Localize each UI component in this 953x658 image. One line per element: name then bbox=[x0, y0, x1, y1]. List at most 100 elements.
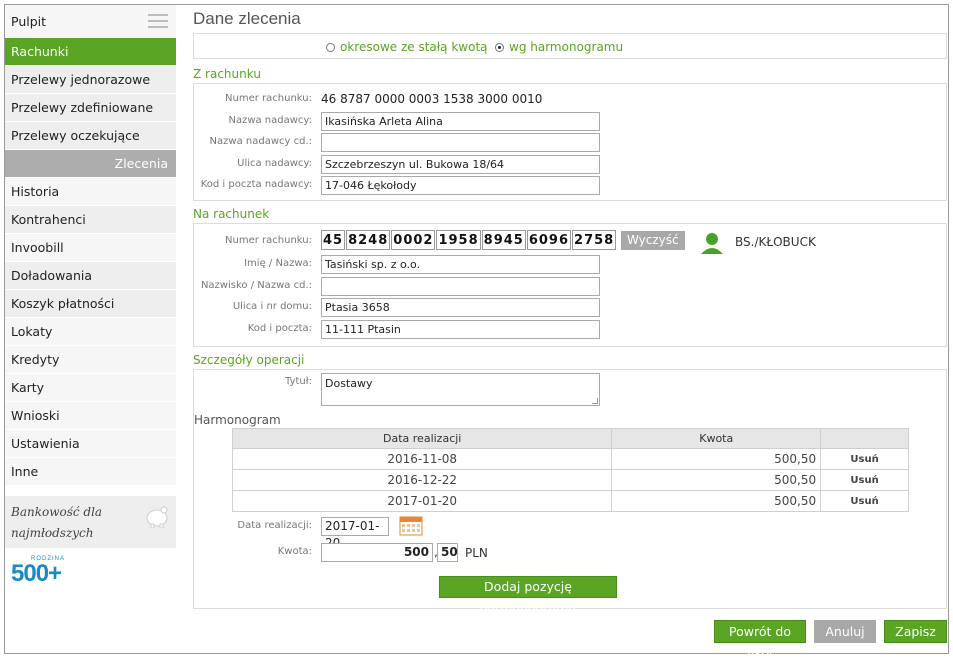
promo-text: Bankowość dla najmłodszych bbox=[11, 505, 103, 540]
back-to-list-button[interactable]: Powrót do listy bbox=[714, 620, 806, 658]
sidebar-item-historia[interactable]: Historia bbox=[5, 178, 176, 206]
sender-postal-input[interactable]: 17-046 Łękołody bbox=[321, 176, 600, 195]
sidebar-item-wnioski[interactable]: Wnioski bbox=[5, 402, 176, 430]
sidebar-item-inne[interactable]: Inne bbox=[5, 458, 176, 486]
recipient-postal-input[interactable]: 11-111 Ptasin bbox=[321, 319, 600, 339]
section-title-from: Z rachunku bbox=[193, 67, 261, 81]
sidebar-item-kredyty[interactable]: Kredyty bbox=[5, 346, 176, 374]
row-sender-postal: Kod i poczta nadawcy: 17-046 Łękołody bbox=[194, 175, 946, 197]
clear-button[interactable]: Wyczyść bbox=[621, 231, 685, 250]
sidebar-item-kontrahenci[interactable]: Kontrahenci bbox=[5, 206, 176, 234]
radio-circle-icon bbox=[326, 42, 335, 52]
details-box: Tytuł: Dostawy Harmonogram Data realizac… bbox=[193, 369, 947, 614]
sidebar-item-ustawienia[interactable]: Ustawienia bbox=[5, 430, 176, 458]
account-digits-group[interactable]: 2758 bbox=[572, 230, 617, 250]
sidebar-item-karty[interactable]: Karty bbox=[5, 374, 176, 402]
sidebar-item-label: Ustawienia bbox=[11, 436, 80, 451]
save-button[interactable]: Zapisz bbox=[884, 620, 947, 643]
field-label: Tytuł: bbox=[285, 376, 312, 387]
sidebar-item-label: Inne bbox=[11, 464, 39, 479]
sidebar-item-invoobill[interactable]: Invoobill bbox=[5, 234, 176, 262]
calendar-icon[interactable] bbox=[399, 514, 423, 536]
account-digits-group[interactable]: 1958 bbox=[436, 230, 481, 250]
sender-name2-input[interactable] bbox=[321, 133, 600, 152]
sidebar-item-zlecenia[interactable]: Zlecenia bbox=[5, 150, 176, 178]
sidebar-item-pulpit[interactable]: Pulpit bbox=[5, 5, 176, 38]
row-from-number: Numer rachunku: 46 8787 0000 0003 1538 3… bbox=[194, 89, 946, 111]
resize-grip-icon[interactable] bbox=[592, 398, 598, 404]
sidebar-item-przelewy-oczekujace[interactable]: Przelewy oczekujące bbox=[5, 122, 176, 150]
to-account-box: Numer rachunku: 45 8248 0002 1958 8945 6… bbox=[193, 223, 947, 347]
table-row: 2016-11-08 500,50 Usuń bbox=[231, 448, 909, 470]
sidebar-item-przelewy-jednorazowe[interactable]: Przelewy jednorazowe bbox=[5, 66, 176, 94]
account-digits-group[interactable]: 8248 bbox=[346, 230, 391, 250]
sidebar-item-label: Przelewy jednorazowe bbox=[11, 72, 151, 87]
radio-schedule[interactable]: wg harmonogramu bbox=[495, 40, 623, 54]
promo-banner[interactable]: Bankowość dla najmłodszych bbox=[5, 496, 176, 548]
logo-big-text: 500+ bbox=[11, 560, 62, 587]
field-label: Data realizacji: bbox=[237, 520, 312, 531]
field-label: Kod i poczta nadawcy: bbox=[200, 179, 312, 190]
delete-row-link[interactable]: Usuń bbox=[820, 490, 909, 512]
order-type-box: okresowe ze stałą kwotą wg harmonogramu bbox=[193, 33, 947, 59]
sidebar-item-przelewy-zdefiniowane[interactable]: Przelewy zdefiniowane bbox=[5, 94, 176, 122]
account-digits-group[interactable]: 0002 bbox=[391, 230, 436, 250]
sidebar-item-lokaty[interactable]: Lokaty bbox=[5, 318, 176, 346]
field-label: Numer rachunku: bbox=[225, 93, 312, 104]
sidebar-item-label: Lokaty bbox=[11, 324, 53, 339]
sidebar-item-label: Historia bbox=[11, 184, 60, 199]
sidebar-item-rachunki[interactable]: Rachunki bbox=[5, 38, 176, 66]
sender-name-input[interactable]: Ikasińska Arleta Alina bbox=[321, 111, 600, 131]
field-label: Nazwa nadawcy: bbox=[228, 114, 312, 126]
sender-street-input[interactable]: Szczebrzeszyn ul. Bukowa 18/64 bbox=[321, 154, 600, 174]
title-textarea[interactable]: Dostawy bbox=[321, 373, 600, 406]
delete-row-link[interactable]: Usuń bbox=[820, 469, 909, 491]
row-recipient-street: Ulica i nr domu: Ptasia 3658 bbox=[194, 297, 946, 319]
cancel-button[interactable]: Anuluj bbox=[814, 620, 876, 643]
table-header-row: Data realizacji Kwota bbox=[231, 428, 909, 449]
amount-integer-input[interactable]: 500 bbox=[321, 543, 433, 562]
account-digits-group[interactable]: 6096 bbox=[526, 230, 572, 250]
from-account-number: 46 8787 0000 0003 1538 3000 0010 bbox=[321, 92, 543, 106]
amount-decimal-input[interactable]: 50 bbox=[437, 543, 458, 562]
recipient-street-input[interactable]: Ptasia 3658 bbox=[321, 298, 600, 317]
section-title-to: Na rachunek bbox=[193, 207, 270, 221]
section-title-details: Szczegóły operacji bbox=[193, 353, 305, 367]
field-label: Nazwa nadawcy cd.: bbox=[209, 136, 312, 147]
recipient-name-input[interactable]: Tasiński sp. z o.o. bbox=[321, 255, 600, 274]
title-text: Dostawy bbox=[325, 377, 373, 390]
sidebar-item-label: Przelewy oczekujące bbox=[11, 128, 140, 143]
cell-amount: 500,50 bbox=[611, 490, 822, 512]
table-row: 2016-12-22 500,50 Usuń bbox=[231, 469, 909, 491]
field-label: Imię / Nazwa: bbox=[244, 258, 312, 269]
schedule-table: Data realizacji Kwota 2016-11-08 500,50 … bbox=[231, 428, 909, 512]
row-amount: Kwota: 500 , 50 PLN bbox=[194, 541, 946, 567]
row-recipient-postal: Kod i poczta: 11-111 Ptasin bbox=[194, 319, 946, 341]
add-schedule-item-button[interactable]: Dodaj pozycję harmonogramu bbox=[439, 576, 617, 614]
sidebar-item-label: Zlecenia bbox=[114, 156, 168, 171]
sidebar-item-label: Karty bbox=[11, 380, 45, 395]
menu-icon[interactable] bbox=[148, 14, 168, 28]
recipient-name2-input[interactable] bbox=[321, 276, 600, 296]
delete-row-link[interactable]: Usuń bbox=[820, 448, 909, 470]
account-digits-group[interactable]: 45 bbox=[321, 230, 346, 250]
rodzina-500-logo[interactable]: RODZINA 500+ bbox=[11, 556, 71, 587]
row-sender-name2: Nazwa nadawcy cd.: bbox=[194, 132, 946, 154]
radio-periodic-fixed[interactable]: okresowe ze stałą kwotą bbox=[326, 40, 488, 54]
sidebar-item-label: Rachunki bbox=[11, 44, 69, 59]
field-label: Kwota: bbox=[277, 546, 312, 557]
sidebar-item-doladowania[interactable]: Doładowania bbox=[5, 262, 176, 290]
account-digits-group[interactable]: 8945 bbox=[481, 230, 526, 250]
sidebar-item-label: Kontrahenci bbox=[11, 212, 86, 227]
account-number-input[interactable]: 45 8248 0002 1958 8945 6096 2758 bbox=[321, 230, 617, 250]
main-content: Dane zlecenia okresowe ze stałą kwotą wg… bbox=[193, 5, 947, 614]
realization-date-input[interactable]: 2017-01-20 bbox=[321, 517, 389, 550]
field-label: Ulica i nr domu: bbox=[232, 301, 312, 312]
column-header-date: Data realizacji bbox=[231, 428, 613, 449]
sidebar-item-label: Pulpit bbox=[11, 14, 47, 29]
row-recipient-name: Imię / Nazwa: Tasiński sp. z o.o. bbox=[194, 254, 946, 276]
radio-circle-selected-icon bbox=[495, 42, 504, 52]
sidebar-item-koszyk-platnosci[interactable]: Koszyk płatności bbox=[5, 290, 176, 318]
schedule-heading: Harmonogram bbox=[194, 413, 281, 427]
field-label: Nazwisko / Nazwa cd.: bbox=[200, 279, 312, 291]
